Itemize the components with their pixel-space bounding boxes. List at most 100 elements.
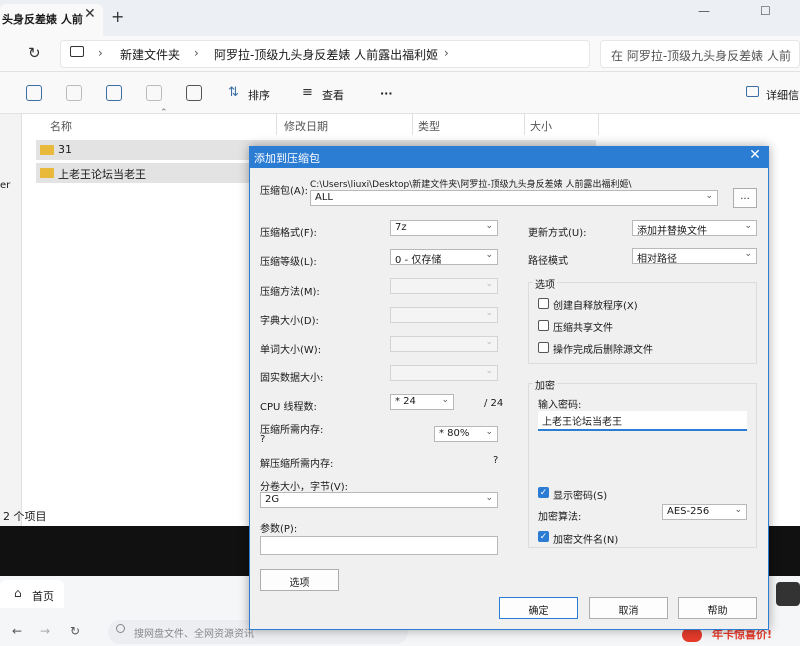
close-tab-icon[interactable]: ✕ <box>84 6 96 22</box>
password-input[interactable]: 上老王论坛当老王 <box>538 411 747 431</box>
column-divider[interactable] <box>598 113 599 135</box>
method-label: 压缩方法(M): <box>260 287 320 298</box>
show-password-checkbox[interactable]: ✓ <box>538 487 549 498</box>
encrypt-names-label: 加密文件名(N) <box>553 535 619 546</box>
options-button[interactable]: 选项 <box>260 569 339 591</box>
enc-method-label: 加密算法: <box>538 512 582 523</box>
share-icon[interactable] <box>146 85 162 101</box>
volume-label: 分卷大小，字节(V): <box>260 482 349 493</box>
column-divider[interactable] <box>524 113 525 135</box>
mem-label: 压缩所需内存: <box>260 425 324 436</box>
cpu-label: CPU 线程数: <box>260 402 317 413</box>
sort-button[interactable]: 排序 <box>248 87 270 103</box>
view-button[interactable]: 查看 <box>322 87 344 103</box>
search-input[interactable]: 在 阿罗拉-顶级九头身反差婊 人前 <box>600 40 800 68</box>
home-label: 首页 <box>32 590 54 603</box>
encrypt-names-checkbox[interactable]: ✓ <box>538 531 549 542</box>
promo-icon[interactable] <box>682 628 702 642</box>
update-select[interactable]: 添加并替换文件 ⌄ <box>632 220 757 236</box>
sfx-checkbox[interactable] <box>538 298 549 309</box>
delete-icon[interactable] <box>186 85 202 101</box>
close-icon[interactable]: ✕ <box>745 147 765 167</box>
folder-icon <box>40 145 54 155</box>
level-select[interactable]: 0 - 仅存储 ⌄ <box>390 249 498 265</box>
volume-combo[interactable]: 2G ⌄ <box>260 492 498 508</box>
mem-select[interactable]: * 80% ⌄ <box>434 426 498 442</box>
nav-clipped-label: er <box>0 180 11 191</box>
encryption-group-label: 加密 <box>533 377 557 392</box>
sfx-label: 创建自释放程序(X) <box>553 301 638 312</box>
breadcrumb-item-current[interactable]: 阿罗拉-顶级九头身反差婊 人前露出福利姬 <box>214 46 438 63</box>
chevron-right-icon: › <box>98 46 103 60</box>
archive-label: 压缩包(A): <box>260 186 309 197</box>
shared-checkbox[interactable] <box>538 320 549 331</box>
cpu-select[interactable]: * 24 ⌄ <box>390 394 454 410</box>
chevron-right-icon: › <box>194 46 199 60</box>
word-label: 单词大小(W): <box>260 345 322 356</box>
column-type[interactable]: 类型 <box>418 118 440 134</box>
demem-label: 解压缩所需内存: <box>260 459 334 470</box>
navigation-pane[interactable] <box>0 114 22 526</box>
maximize-icon[interactable]: ☐ <box>760 4 771 18</box>
refresh-icon[interactable]: ↻ <box>28 44 41 62</box>
params-input[interactable] <box>260 536 498 555</box>
sort-up-icon: ⌃ <box>160 108 168 118</box>
breadcrumb-item-folder[interactable]: 新建文件夹 <box>120 46 180 63</box>
path-select[interactable]: 相对路径 ⌄ <box>632 248 757 264</box>
copy-icon[interactable] <box>26 85 42 101</box>
more-button[interactable]: ··· <box>380 87 393 100</box>
demem-value: ? <box>493 455 499 466</box>
help-button[interactable]: 帮助 <box>678 597 757 619</box>
forward-icon[interactable]: → <box>40 624 50 638</box>
sort-icon: ⇅ <box>228 85 239 100</box>
enc-method-select[interactable]: AES-256 ⌄ <box>662 504 747 520</box>
method-select[interactable]: ⌄ <box>390 278 498 294</box>
params-label: 参数(P): <box>260 524 298 535</box>
browse-button[interactable]: ... <box>733 188 757 208</box>
level-label: 压缩等级(L): <box>260 257 317 268</box>
update-label: 更新方式(U): <box>528 228 587 239</box>
word-select[interactable]: ⌄ <box>390 336 498 352</box>
archive-name-combo[interactable]: ALL ⌄ <box>310 190 718 206</box>
solid-label: 固实数据大小: <box>260 373 324 384</box>
delete-checkbox[interactable] <box>538 342 549 353</box>
show-password-label: 显示密码(S) <box>553 491 608 502</box>
column-name[interactable]: 名称 <box>50 118 72 134</box>
options-group-label: 选项 <box>533 276 557 291</box>
column-size[interactable]: 大小 <box>530 118 552 134</box>
home-icon: ⌂ <box>14 586 22 600</box>
ok-button[interactable]: 确定 <box>499 597 578 619</box>
rename-icon[interactable] <box>106 85 122 101</box>
shared-label: 压缩共享文件 <box>553 323 613 334</box>
password-label: 输入密码: <box>538 400 582 411</box>
folder-icon <box>40 168 54 178</box>
cancel-button[interactable]: 取消 <box>589 597 668 619</box>
column-date[interactable]: 修改日期 <box>284 118 328 134</box>
mem-value: ? <box>260 434 266 445</box>
column-divider[interactable] <box>276 113 277 135</box>
chevron-right-icon: › <box>444 46 449 60</box>
column-divider[interactable] <box>412 113 413 135</box>
tab-title: 头身反差婊 人前 <box>2 13 83 26</box>
paste-icon[interactable] <box>66 85 82 101</box>
dialog-title: 添加到压缩包 <box>249 146 769 168</box>
view-icon: ≡ <box>302 85 313 100</box>
file-name: 上老王论坛当老王 <box>58 168 146 181</box>
refresh-icon[interactable]: ↻ <box>70 624 80 638</box>
file-name: 31 <box>58 143 72 156</box>
details-button[interactable]: 详细信 <box>766 87 799 103</box>
back-icon[interactable]: ← <box>12 624 22 638</box>
format-select[interactable]: 7z ⌄ <box>390 220 498 236</box>
computer-icon <box>70 46 84 57</box>
dict-select[interactable]: ⌄ <box>390 307 498 323</box>
avatar[interactable] <box>776 582 800 606</box>
search-icon <box>116 624 125 633</box>
delete-label: 操作完成后删除源文件 <box>553 345 653 356</box>
archive-path: C:\Users\liuxi\Desktop\新建文件夹\阿罗拉-顶级九头身反差… <box>310 180 632 190</box>
minimize-icon[interactable]: — <box>698 4 710 18</box>
new-tab-icon[interactable]: + <box>111 7 124 26</box>
status-bar: 2 个项目 <box>3 510 47 523</box>
solid-select[interactable]: ⌄ <box>390 365 498 381</box>
dict-label: 字典大小(D): <box>260 316 319 327</box>
cpu-total: / 24 <box>484 398 504 409</box>
